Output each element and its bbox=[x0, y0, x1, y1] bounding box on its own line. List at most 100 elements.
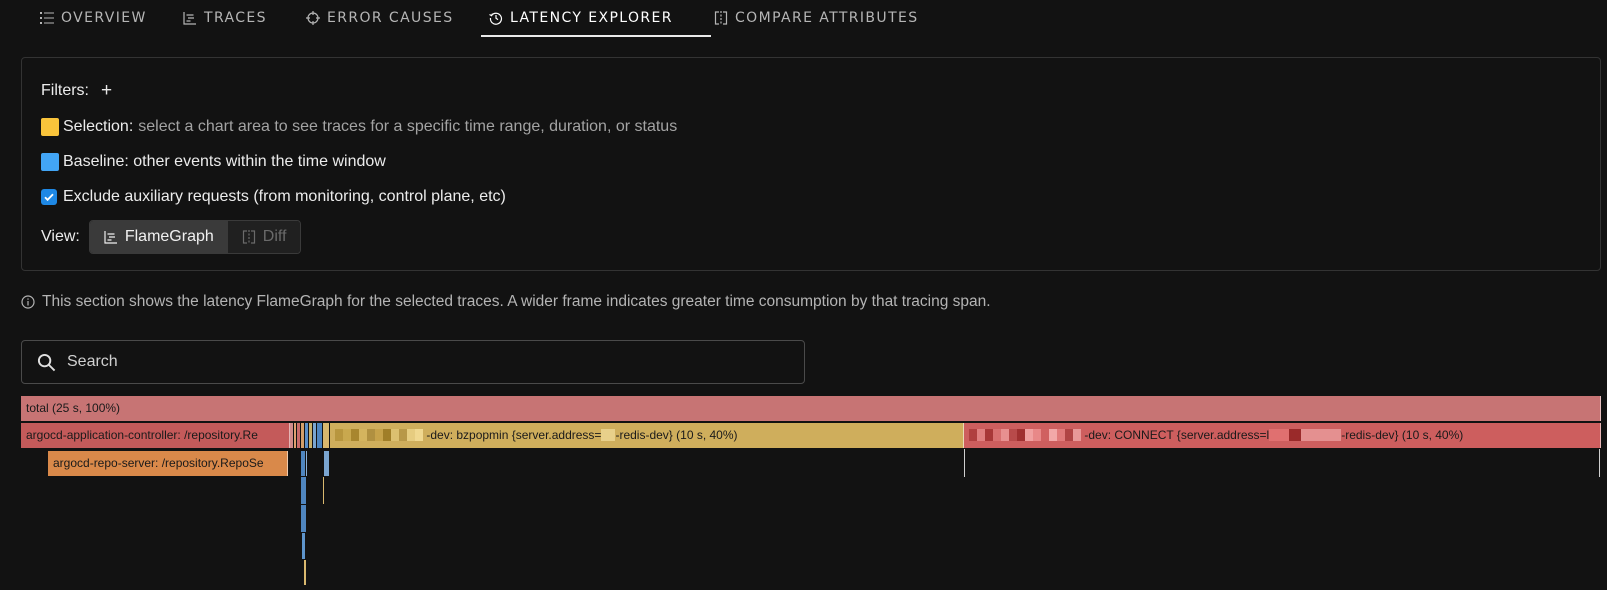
tab-bar: OVERVIEW TRACES ERROR CAUSES LATENCY EXP… bbox=[0, 0, 1607, 38]
frame-bzpopmin-label-a: -dev: bzpopmin {server.address= bbox=[426, 428, 602, 442]
view-row: View: FlameGraph Diff bbox=[41, 220, 302, 254]
frame-small[interactable] bbox=[302, 533, 305, 559]
redacted-text bbox=[359, 429, 367, 441]
frame-bzpopmin-label-b: -redis-dev} (10 s, 40%) bbox=[615, 428, 738, 442]
filters-row: Filters: + bbox=[41, 81, 112, 100]
frame-connect[interactable]: -dev: CONNECT {server.address=l -redis-de… bbox=[964, 423, 1601, 448]
frame-small[interactable] bbox=[301, 477, 306, 504]
tab-latency-explorer[interactable]: LATENCY EXPLORER bbox=[489, 0, 673, 36]
frame-small[interactable] bbox=[301, 423, 304, 448]
frame-small[interactable] bbox=[313, 423, 316, 448]
redacted-text bbox=[993, 429, 1001, 441]
list-icon bbox=[40, 12, 54, 24]
tab-traces-label: TRACES bbox=[204, 10, 267, 26]
redacted-text bbox=[351, 429, 359, 441]
frame-small[interactable] bbox=[323, 477, 324, 504]
frame-small[interactable] bbox=[964, 449, 965, 477]
frame-small[interactable] bbox=[301, 451, 305, 476]
redacted-text bbox=[407, 429, 415, 441]
redacted-text bbox=[1009, 429, 1017, 441]
frame-connect-label-a: -dev: CONNECT {server.address=l bbox=[1084, 428, 1270, 442]
check-icon bbox=[44, 193, 54, 202]
frame-repo-server[interactable]: argocd-repo-server: /repository.RepoSe bbox=[48, 451, 288, 476]
frame-small[interactable] bbox=[309, 423, 312, 448]
clock-history-icon bbox=[489, 12, 503, 25]
add-filter-button[interactable]: + bbox=[101, 81, 112, 100]
tab-overview[interactable]: OVERVIEW bbox=[40, 0, 147, 36]
redacted-text bbox=[343, 429, 351, 441]
redacted-text bbox=[1033, 429, 1041, 441]
view-diff-button[interactable]: Diff bbox=[227, 221, 301, 253]
frame-small[interactable] bbox=[1599, 449, 1600, 477]
baseline-label: Baseline: other events within the time w… bbox=[63, 153, 386, 170]
redacted-text bbox=[367, 429, 375, 441]
redacted-text bbox=[1301, 429, 1342, 441]
baseline-swatch bbox=[41, 153, 59, 171]
filters-label: Filters: bbox=[41, 82, 89, 99]
tab-overview-label: OVERVIEW bbox=[61, 10, 147, 26]
selection-row: Selection: select a chart area to see tr… bbox=[41, 118, 677, 136]
tab-error-causes-label: ERROR CAUSES bbox=[327, 10, 454, 26]
traces-icon bbox=[183, 12, 196, 25]
tab-traces[interactable]: TRACES bbox=[183, 0, 267, 36]
redacted-text bbox=[969, 429, 977, 441]
diff-icon bbox=[242, 230, 255, 244]
flamegraph-icon bbox=[104, 231, 117, 244]
frame-small[interactable] bbox=[305, 423, 308, 448]
frame-small[interactable] bbox=[324, 451, 329, 476]
compare-icon bbox=[714, 11, 728, 25]
redacted-text bbox=[1289, 429, 1302, 441]
tab-error-causes[interactable]: ERROR CAUSES bbox=[306, 0, 454, 36]
frame-small[interactable] bbox=[304, 560, 306, 585]
tab-compare-attributes[interactable]: COMPARE ATTRIBUTES bbox=[714, 0, 919, 36]
redacted-text bbox=[383, 429, 391, 441]
info-text: This section shows the latency FlameGrap… bbox=[42, 293, 991, 310]
frame-connect-label-b: -redis-dev} (10 s, 40%) bbox=[1341, 428, 1464, 442]
redacted-text bbox=[985, 429, 993, 441]
redacted-text bbox=[1001, 429, 1009, 441]
exclude-auxiliary-checkbox[interactable] bbox=[41, 189, 57, 205]
redacted-text bbox=[1041, 429, 1049, 441]
info-icon bbox=[21, 295, 35, 309]
frame-bzpopmin[interactable]: -dev: bzpopmin {server.address= -redis-de… bbox=[330, 423, 964, 448]
redacted-text bbox=[1065, 429, 1073, 441]
redacted-text bbox=[1017, 429, 1025, 441]
frame-small[interactable] bbox=[301, 505, 306, 532]
redacted-text bbox=[399, 429, 407, 441]
redacted-text bbox=[391, 429, 399, 441]
redacted-text bbox=[601, 429, 616, 441]
selection-hint: select a chart area to see traces for a … bbox=[138, 118, 678, 135]
frame-controller[interactable]: argocd-application-controller: /reposito… bbox=[21, 423, 290, 448]
crosshair-icon bbox=[306, 11, 320, 25]
view-label: View: bbox=[41, 228, 80, 245]
redacted-text bbox=[415, 429, 423, 441]
exclude-row: Exclude auxiliary requests (from monitor… bbox=[41, 188, 506, 206]
redacted-text bbox=[1025, 429, 1033, 441]
selection-label: Selection: bbox=[63, 118, 134, 135]
redacted-text bbox=[1057, 429, 1065, 441]
frame-small[interactable] bbox=[323, 423, 329, 448]
search-input[interactable] bbox=[65, 352, 769, 372]
redacted-text bbox=[1269, 429, 1290, 441]
frame-small[interactable] bbox=[294, 423, 296, 448]
selection-swatch bbox=[41, 118, 59, 136]
frame-small[interactable] bbox=[297, 423, 300, 448]
redacted-text bbox=[335, 429, 343, 441]
view-flamegraph-button[interactable]: FlameGraph bbox=[89, 221, 228, 253]
frame-repo-server-label: argocd-repo-server: /repository.RepoSe bbox=[53, 456, 264, 470]
exclude-auxiliary-label: Exclude auxiliary requests (from monitor… bbox=[63, 188, 506, 205]
search-box bbox=[21, 340, 805, 384]
info-line: This section shows the latency FlameGrap… bbox=[21, 293, 991, 311]
frame-small[interactable] bbox=[306, 451, 307, 476]
view-flamegraph-label: FlameGraph bbox=[124, 228, 214, 245]
frame-small[interactable] bbox=[290, 423, 293, 448]
redacted-text bbox=[1049, 429, 1057, 441]
redacted-text bbox=[1073, 429, 1081, 441]
tab-latency-explorer-label: LATENCY EXPLORER bbox=[510, 10, 673, 26]
frame-small[interactable] bbox=[317, 423, 322, 448]
view-toggle: FlameGraph Diff bbox=[88, 220, 302, 254]
frame-total-label: total (25 s, 100%) bbox=[26, 401, 121, 415]
filter-panel: Filters: + Selection: select a chart are… bbox=[21, 57, 1601, 271]
frame-total[interactable]: total (25 s, 100%) bbox=[21, 396, 1601, 421]
baseline-row: Baseline: other events within the time w… bbox=[41, 153, 386, 171]
